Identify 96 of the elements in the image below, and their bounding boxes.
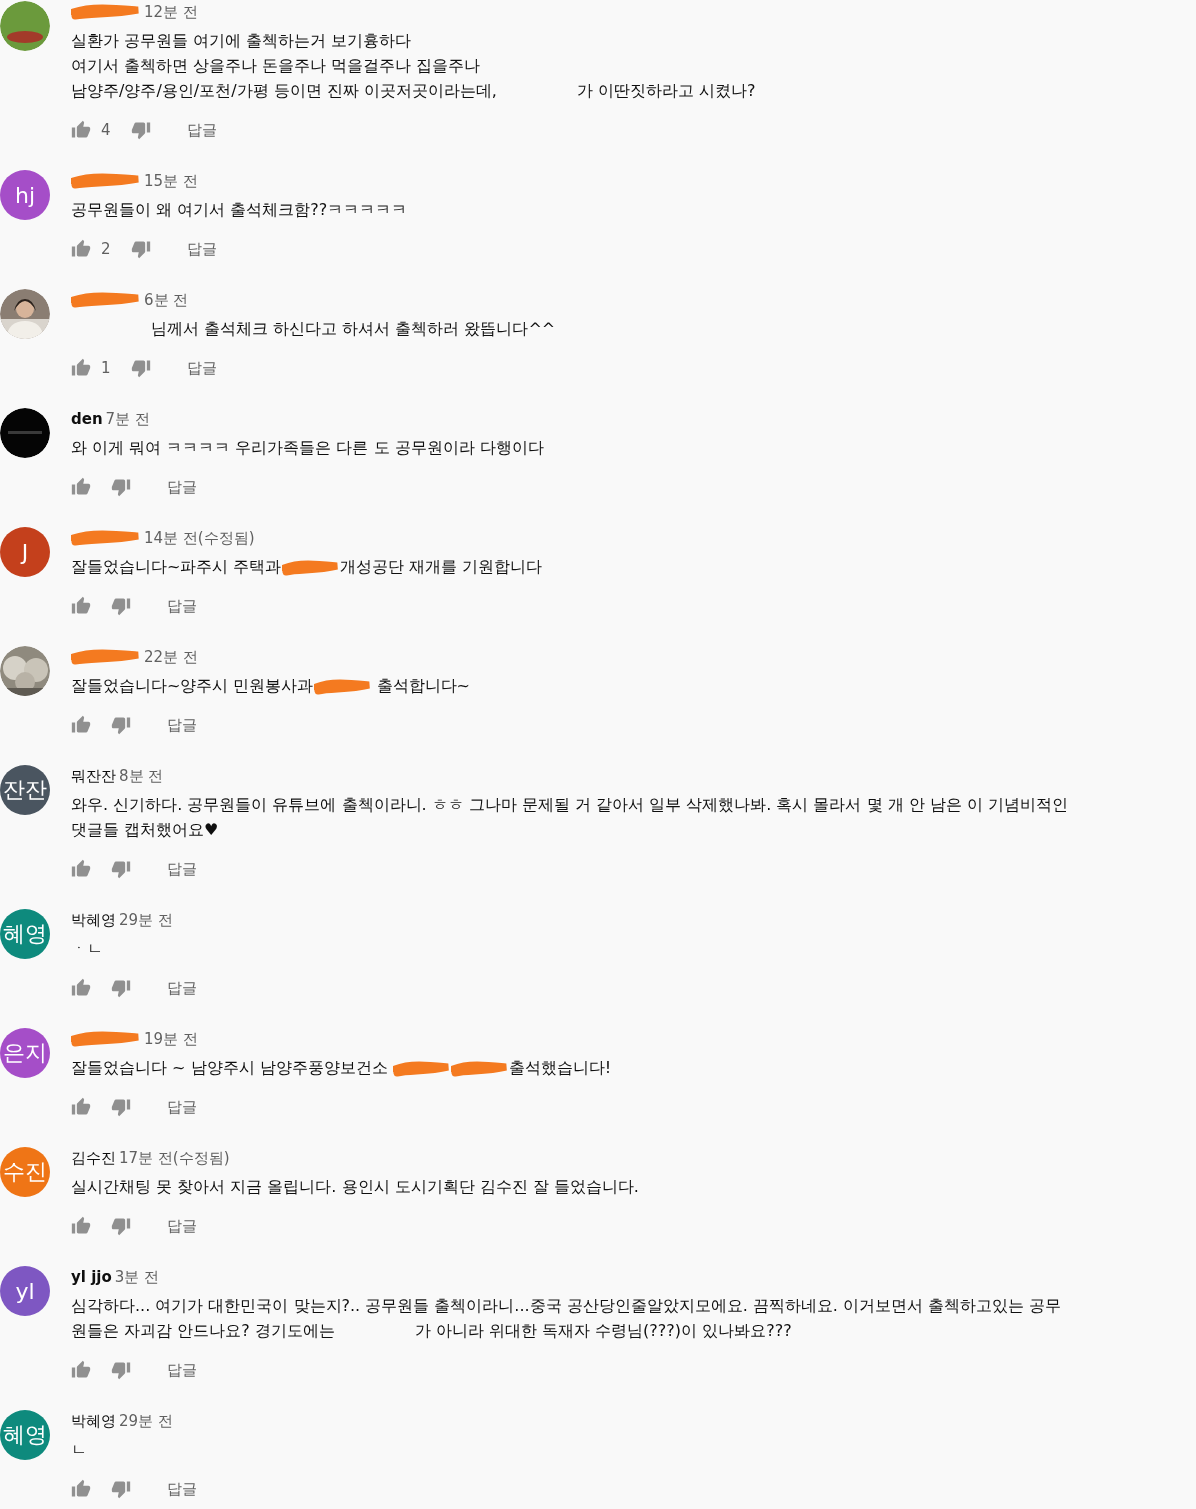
- thumbs-down-icon[interactable]: [130, 239, 151, 259]
- comment-time[interactable]: 6분 전: [144, 290, 189, 310]
- author-name[interactable]: 김수진: [71, 1148, 116, 1168]
- comment-time[interactable]: 17분 전(수정됨): [119, 1148, 230, 1168]
- comment-text: ㄴ: [71, 1440, 87, 1459]
- comment-text: 출석했습니다!: [508, 1058, 612, 1077]
- comment-time[interactable]: 15분 전: [144, 171, 198, 191]
- reply-button[interactable]: 답글: [159, 1091, 205, 1123]
- thumbs-up-icon[interactable]: [71, 120, 91, 140]
- redaction-mark: [71, 648, 141, 666]
- comment-text: 공무원들이 왜 여기서 출석체크함??ㅋㅋㅋㅋㅋ: [71, 200, 408, 219]
- comment-text: 님께서 출석체크 하신다고 하셔서 출첵하러 왔뜹니다^^: [151, 319, 556, 338]
- avatar[interactable]: 은지: [0, 1028, 50, 1078]
- comment-text: 가 아니라 위대한 독재자 수령님(???)이 있나봐요???: [414, 1321, 792, 1340]
- reply-button[interactable]: 답글: [159, 709, 205, 741]
- comment-text: 가 이딴짓하라고 시켰나?: [576, 81, 756, 100]
- avatar[interactable]: 혜영: [0, 909, 50, 959]
- author-name[interactable]: 박혜영: [71, 910, 116, 930]
- reply-button[interactable]: 답글: [159, 1473, 205, 1505]
- thumbs-down-icon[interactable]: [111, 1479, 131, 1499]
- author-name[interactable]: 뭐잔잔: [71, 766, 116, 786]
- thumbs-down-icon[interactable]: [111, 1097, 131, 1117]
- author-name[interactable]: den: [71, 410, 103, 428]
- reply-button[interactable]: 답글: [159, 853, 205, 885]
- reply-button[interactable]: 답글: [178, 352, 225, 384]
- thumbs-up-icon[interactable]: [71, 1360, 91, 1380]
- avatar[interactable]: 잔잔: [0, 765, 50, 815]
- comment-text: 심각하다... 여기가 대한민국이 맞는지?.. 공무원들 출첵이라니...중국 공산당인줄알았지모에요. 끔찍하네요. 이거보면서 출첵하고있는 공무: [71, 1296, 1062, 1315]
- reply-button[interactable]: 답글: [159, 1354, 205, 1386]
- redaction-mark: [450, 1059, 509, 1078]
- reply-button[interactable]: 답글: [178, 114, 225, 146]
- comment-time[interactable]: 14분 전(수정됨): [144, 528, 255, 548]
- comment-text: 실시간채팅 못 찾아서 지금 올립니다. 용인시 도시기획단 김수진 잘 들었습니다.: [71, 1177, 639, 1196]
- like-count: 4: [101, 121, 111, 139]
- comment-text: 와 이게 뭐여 ㅋㅋㅋㅋ 우리가족들은 다른 도 공무원이라 다행이다: [71, 438, 544, 457]
- comment-text: 원들은 자괴감 안드나요? 경기도에는: [71, 1321, 335, 1340]
- comment-time[interactable]: 8분 전: [119, 766, 164, 786]
- comment-time[interactable]: 22분 전: [144, 647, 198, 667]
- reply-button[interactable]: 답글: [159, 590, 205, 622]
- reply-button[interactable]: 답글: [178, 233, 225, 265]
- comment-time[interactable]: 3분 전: [114, 1267, 160, 1287]
- thumbs-up-icon[interactable]: [71, 978, 91, 998]
- thumbs-down-icon[interactable]: [111, 715, 131, 735]
- reply-button[interactable]: 답글: [159, 972, 205, 1004]
- thumbs-down-icon[interactable]: [111, 596, 131, 616]
- comment-text: 여기서 출첵하면 상을주나 돈을주나 먹을걸주나 집을주나: [71, 56, 481, 75]
- thumbs-up-icon[interactable]: [71, 1479, 91, 1499]
- redaction-mark: [71, 1030, 141, 1048]
- redaction-mark: [71, 529, 141, 547]
- thumbs-down-icon[interactable]: [130, 120, 151, 140]
- avatar[interactable]: 혜영: [0, 1410, 50, 1460]
- thumbs-up-icon[interactable]: [71, 859, 91, 879]
- thumbs-up-icon[interactable]: [71, 358, 91, 378]
- comment-text: 실환가 공무원들 여기에 출첵하는거 보기흉하다: [71, 31, 412, 50]
- comment-text: 잘들었습니다~파주시 주택과: [71, 557, 282, 576]
- redaction-mark: [71, 172, 141, 190]
- thumbs-down-icon[interactable]: [111, 477, 131, 497]
- redaction-mark: [281, 558, 340, 577]
- comment-text: ㆍㄴ: [71, 939, 103, 958]
- thumbs-up-icon[interactable]: [71, 715, 91, 735]
- author-name[interactable]: yl jjo: [71, 1268, 112, 1286]
- comment-time[interactable]: 29분 전: [119, 1411, 173, 1431]
- thumbs-down-icon[interactable]: [130, 358, 151, 378]
- thumbs-up-icon[interactable]: [71, 1216, 91, 1236]
- thumbs-down-icon[interactable]: [111, 1216, 131, 1236]
- reply-button[interactable]: 답글: [159, 1210, 205, 1242]
- comment-text: 와우. 신기하다. 공무원들이 유튜브에 출첵이라니. ㅎㅎ 그나마 문제될 거 같아서 일부 삭제했나봐. 혹시 몰라서 몇 개 안 남은 이 기념비적인: [71, 795, 1068, 814]
- redaction-mark: [71, 291, 141, 309]
- comment-text: 잘들었습니다 ~ 남양주시 남양주풍양보건소: [71, 1058, 389, 1077]
- thumbs-down-icon[interactable]: [111, 978, 131, 998]
- avatar-icon[interactable]: [0, 1, 50, 51]
- comment-text: 잘들었습니다~양주시 민원봉사과: [71, 676, 314, 695]
- comment-time[interactable]: 12분 전: [144, 2, 198, 22]
- thumbs-up-icon[interactable]: [71, 239, 91, 259]
- like-count: 1: [101, 359, 111, 377]
- author-name[interactable]: 박혜영: [71, 1411, 116, 1431]
- thumbs-up-icon[interactable]: [71, 1097, 91, 1117]
- redaction-mark: [392, 1059, 451, 1078]
- thumbs-down-icon[interactable]: [111, 859, 131, 879]
- comment-text: 출석합니다~: [375, 676, 470, 695]
- like-count: 2: [101, 240, 111, 258]
- thumbs-down-icon[interactable]: [111, 1360, 131, 1380]
- comment-time[interactable]: 19분 전: [144, 1029, 198, 1049]
- avatar[interactable]: J: [0, 527, 50, 577]
- avatar[interactable]: hj: [0, 170, 50, 220]
- comment-time[interactable]: 29분 전: [119, 910, 173, 930]
- thumbs-up-icon[interactable]: [71, 477, 91, 497]
- comment-time[interactable]: 7분 전: [105, 409, 150, 429]
- comment-text: 남양주/양주/용인/포천/가평 등이면 진짜 이곳저곳이라는데,: [71, 81, 497, 100]
- thumbs-up-icon[interactable]: [71, 596, 91, 616]
- redaction-mark: [71, 3, 141, 21]
- redaction-mark: [313, 677, 372, 696]
- comment-text: 개성공단 재개를 기원합니다: [339, 557, 542, 576]
- avatar[interactable]: yl: [0, 1266, 50, 1316]
- reply-button[interactable]: 답글: [159, 471, 205, 503]
- comment-text: 댓글들 캡처했어요♥: [71, 820, 219, 839]
